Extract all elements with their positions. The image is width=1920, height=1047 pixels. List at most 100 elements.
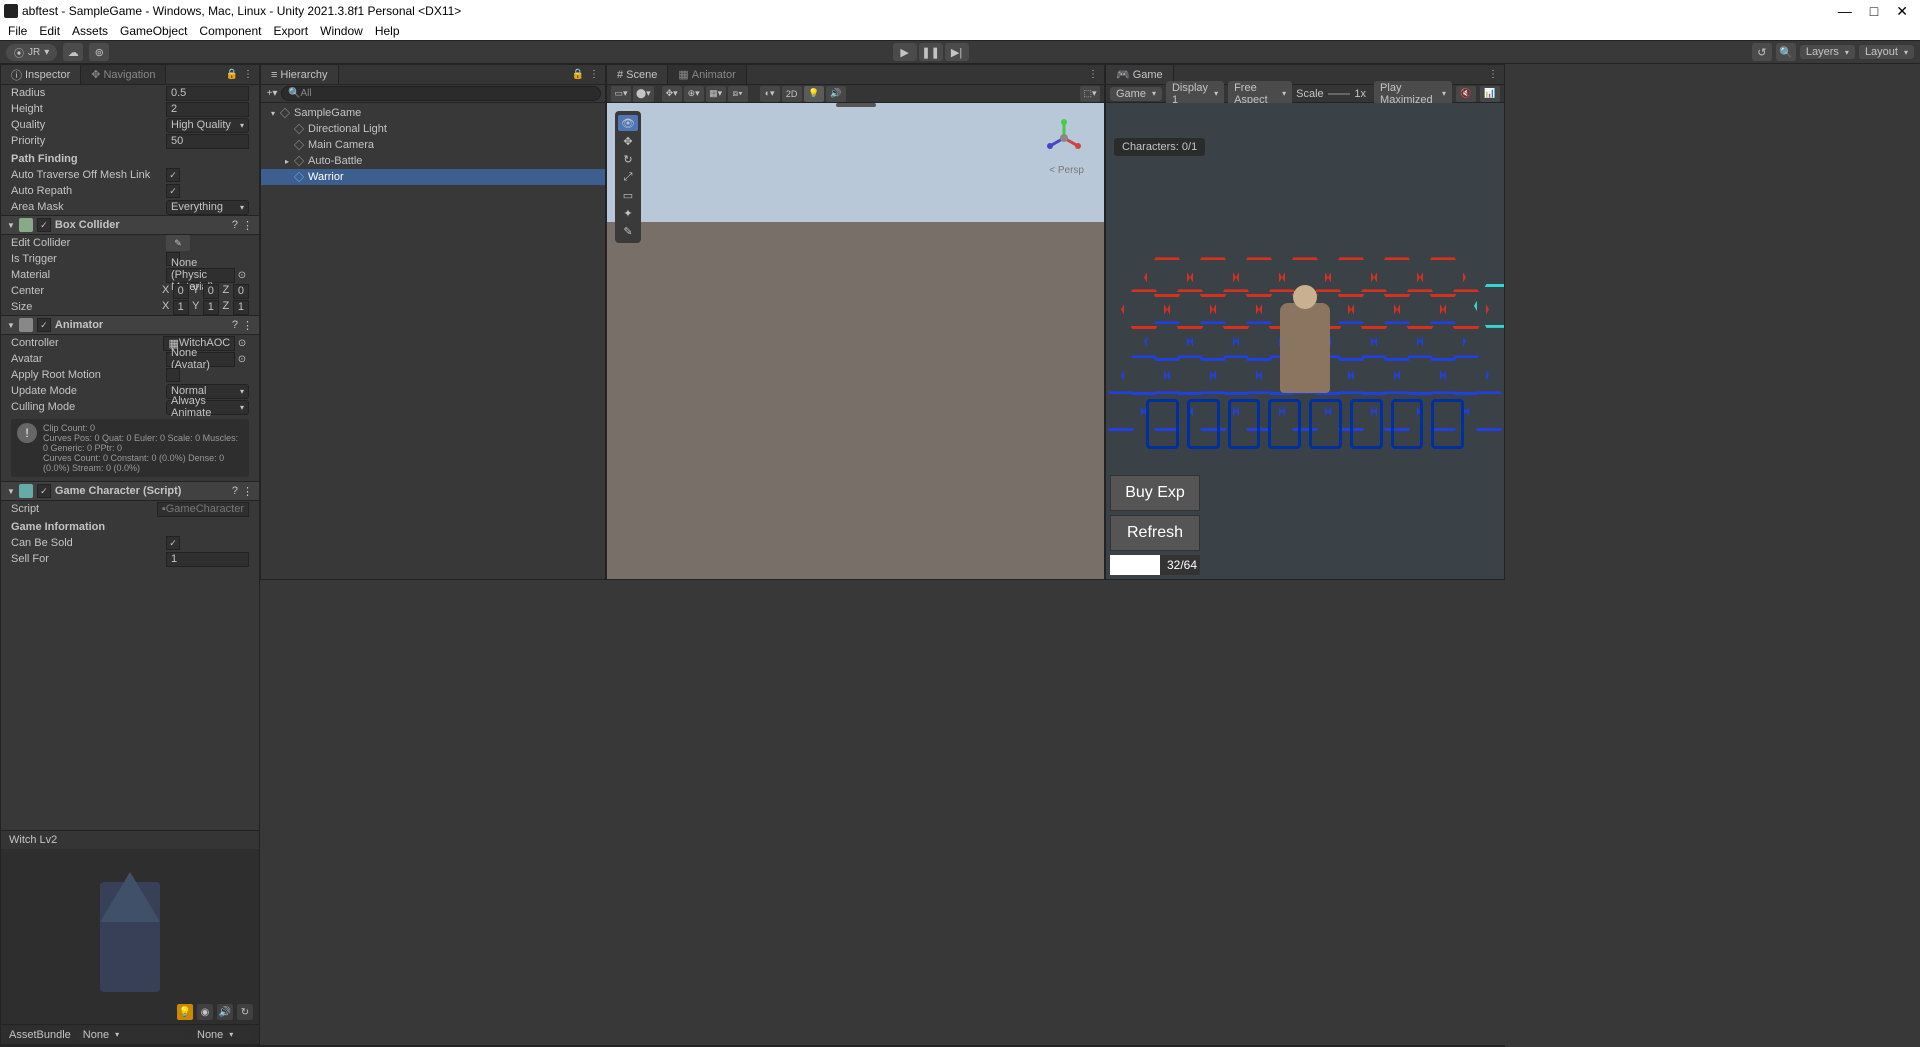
game-mode-dropdown[interactable]: Game — [1110, 87, 1162, 101]
hierarchy-item[interactable]: Directional Light — [261, 121, 605, 137]
tab-game[interactable]: 🎮 Game — [1106, 65, 1174, 84]
scale-slider[interactable] — [1328, 93, 1351, 95]
size-x[interactable]: 1 — [173, 300, 189, 315]
priority-field[interactable]: 50 — [166, 134, 249, 149]
close-button[interactable]: ✕ — [1896, 3, 1908, 20]
move-tool-icon[interactable]: ✥ — [618, 133, 638, 149]
layout-dropdown[interactable]: Layout — [1859, 45, 1914, 59]
menu-component[interactable]: Component — [199, 24, 261, 38]
center-x[interactable]: 0 — [173, 284, 189, 299]
can-be-sold-checkbox[interactable] — [166, 536, 180, 550]
animator-enable[interactable] — [37, 318, 51, 332]
preview-loop-icon[interactable]: ↻ — [237, 1004, 253, 1020]
scene-viewport[interactable]: 👁 ✥ ↻ ⤢ ▭ ✦ ✎ < Persp — [607, 103, 1104, 579]
settings-icon[interactable]: ⊚ — [89, 43, 109, 61]
hierarchy-item[interactable]: Main Camera — [261, 137, 605, 153]
orientation-gizmo[interactable] — [1044, 118, 1084, 158]
box-collider-header[interactable]: ▼Box Collider?⋮ — [1, 215, 259, 235]
hierarchy-item[interactable]: ▾SampleGame — [261, 105, 605, 121]
custom-tool-icon[interactable]: ✎ — [618, 223, 638, 239]
play-button[interactable]: ▶ — [893, 43, 917, 61]
view-tool-icon[interactable]: 👁 — [618, 115, 638, 131]
light-toggle[interactable]: 💡 — [804, 86, 824, 102]
tool-view[interactable]: ▭▾ — [611, 86, 631, 102]
pivot-button[interactable]: ✥▾ — [662, 86, 682, 102]
local-button[interactable]: ⊕▾ — [684, 86, 704, 102]
height-field[interactable]: 2 — [166, 102, 249, 117]
transform-tool-icon[interactable]: ✦ — [618, 205, 638, 221]
gamecharacter-header[interactable]: ▼Game Character (Script)?⋮ — [1, 481, 259, 501]
pause-button[interactable]: ❚❚ — [919, 43, 943, 61]
hierarchy-item[interactable]: ▸Auto-Battle — [261, 153, 605, 169]
menu-edit[interactable]: Edit — [39, 24, 60, 38]
assetbundle-variant[interactable]: None — [191, 1028, 251, 1042]
undo-history-icon[interactable]: ↺ — [1752, 43, 1772, 61]
culling-mode-dropdown[interactable]: Always Animate — [166, 400, 249, 415]
size-y[interactable]: 1 — [203, 300, 219, 315]
picker-icon[interactable]: ⊙ — [235, 268, 249, 282]
tab-navigation[interactable]: ✥ Navigation — [81, 65, 166, 84]
panel-menu-icon[interactable]: ⋮ — [587, 68, 601, 82]
snap-button[interactable]: ⧈▾ — [728, 86, 748, 102]
menu-export[interactable]: Export — [273, 24, 308, 38]
gamechar-enable[interactable] — [37, 484, 51, 498]
preview-sound-icon[interactable]: 🔊 — [217, 1004, 233, 1020]
size-z[interactable]: 1 — [233, 300, 249, 315]
panel-menu-icon[interactable]: ⋮ — [241, 68, 255, 82]
create-dropdown[interactable]: +▾ — [265, 87, 279, 101]
tab-scene[interactable]: # Scene — [607, 65, 668, 84]
tab-animator[interactable]: ▦ Animator — [668, 65, 746, 84]
mute-icon[interactable]: 🔇 — [1456, 86, 1476, 102]
scale-tool-icon[interactable]: ⤢ — [618, 169, 638, 185]
hierarchy-item[interactable]: Warrior — [261, 169, 605, 185]
menu-file[interactable]: File — [8, 24, 27, 38]
center-y[interactable]: 0 — [203, 284, 219, 299]
area-mask-dropdown[interactable]: Everything — [166, 200, 249, 215]
picker-icon[interactable]: ⊙ — [235, 336, 249, 350]
menu-assets[interactable]: Assets — [72, 24, 108, 38]
traverse-checkbox[interactable] — [166, 168, 180, 182]
avatar-field[interactable]: None (Avatar) — [166, 352, 235, 367]
cloud-icon[interactable]: ☁ — [63, 43, 83, 61]
layers-dropdown[interactable]: Layers — [1800, 45, 1855, 59]
repath-checkbox[interactable] — [166, 184, 180, 198]
panel-lock-icon[interactable]: 🔒 — [571, 68, 585, 82]
preview-viewport[interactable]: 💡 ◉ 🔊 ↻ — [1, 849, 259, 1024]
assetbundle-dropdown[interactable]: None — [77, 1028, 185, 1042]
hierarchy-search[interactable]: 🔍 All — [281, 86, 601, 101]
radius-field[interactable]: 0.5 — [166, 86, 249, 101]
hierarchy-tree[interactable]: ▾SampleGameDirectional LightMain Camera▸… — [261, 103, 605, 579]
tab-inspector[interactable]: ⓘ Inspector — [1, 65, 81, 84]
maximize-button[interactable]: □ — [1870, 3, 1878, 20]
2d-toggle[interactable]: 2D — [782, 86, 802, 102]
menu-window[interactable]: Window — [320, 24, 363, 38]
preview-reset-icon[interactable]: ◉ — [197, 1004, 213, 1020]
boxcollider-enable[interactable] — [37, 218, 51, 232]
refresh-button[interactable]: Refresh — [1110, 515, 1200, 551]
picker-icon[interactable]: ⊙ — [235, 352, 249, 366]
tab-hierarchy[interactable]: ≡ Hierarchy — [261, 65, 339, 84]
root-motion-checkbox[interactable] — [166, 368, 180, 382]
rect-tool-icon[interactable]: ▭ — [618, 187, 638, 203]
account-button[interactable]: ⦿ JR ▾ — [6, 44, 57, 61]
game-viewport[interactable]: Characters: 0/1 Buy Exp Refresh 32/64 00… — [1106, 103, 1504, 579]
animator-header[interactable]: ▼Animator?⋮ — [1, 315, 259, 335]
center-z[interactable]: 0 — [233, 284, 249, 299]
menu-help[interactable]: Help — [375, 24, 400, 38]
minimize-button[interactable]: — — [1838, 3, 1852, 20]
edit-collider-button[interactable]: ✎ — [166, 235, 190, 251]
search-icon[interactable]: 🔍 — [1776, 43, 1796, 61]
phys-material-field[interactable]: None (Physic Material) — [166, 268, 235, 283]
grid-button[interactable]: ▦▾ — [706, 86, 726, 102]
draw-mode[interactable]: ◐▾ — [760, 86, 780, 102]
preview-light-icon[interactable]: 💡 — [177, 1004, 193, 1020]
rotate-tool-icon[interactable]: ↻ — [618, 151, 638, 167]
panel-grab[interactable] — [836, 103, 876, 107]
lock-icon[interactable]: 🔒 — [225, 68, 239, 82]
audio-toggle[interactable]: 🔊 — [826, 86, 846, 102]
sell-for-field[interactable]: 1 — [166, 552, 249, 567]
panel-menu-icon[interactable]: ⋮ — [1086, 68, 1100, 82]
stats-icon[interactable]: 📊 — [1480, 86, 1500, 102]
perspective-label[interactable]: < Persp — [1049, 165, 1084, 176]
buy-exp-button[interactable]: Buy Exp — [1110, 475, 1200, 511]
